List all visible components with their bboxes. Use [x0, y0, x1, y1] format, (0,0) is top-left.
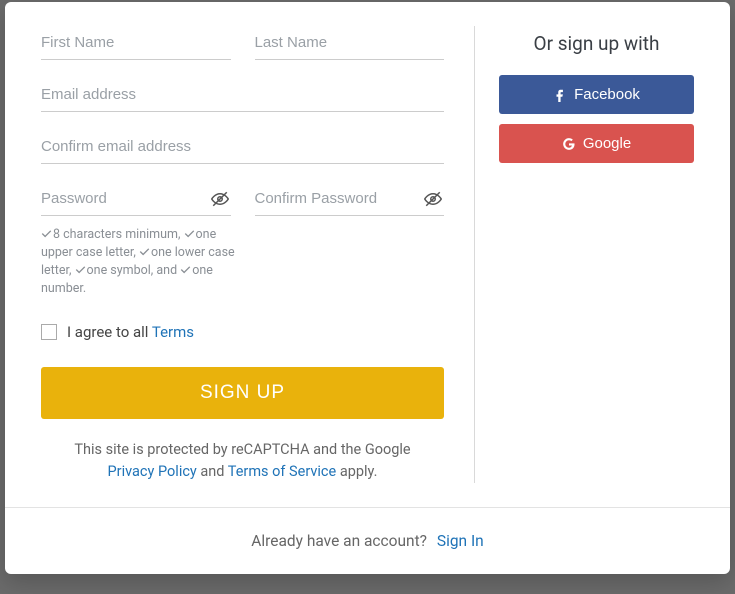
footer-prompt: Already have an account? [251, 532, 427, 550]
social-signup-panel: Or sign up with Facebook Google [474, 26, 694, 483]
email-field-wrap [41, 78, 444, 112]
check-icon [184, 229, 195, 240]
check-icon [41, 229, 52, 240]
confirm-email-field-wrap [41, 130, 444, 164]
agree-terms-label: I agree to all Terms [67, 323, 194, 341]
last-name-input[interactable] [255, 26, 445, 60]
check-icon [180, 265, 191, 276]
toggle-password-visibility-icon[interactable] [211, 190, 229, 208]
facebook-signup-button[interactable]: Facebook [499, 75, 694, 114]
signin-link[interactable]: Sign In [437, 532, 484, 550]
req-text: 8 characters minimum, [53, 227, 180, 242]
confirm-email-input[interactable] [41, 130, 444, 164]
google-signup-button[interactable]: Google [499, 124, 694, 163]
signup-modal: 8 characters minimum, one upper case let… [5, 2, 730, 574]
facebook-label: Facebook [574, 86, 640, 103]
recaptcha-and: and [197, 463, 228, 480]
google-icon [562, 137, 576, 151]
first-name-field-wrap [41, 26, 231, 60]
req-text: one symbol, and [87, 263, 178, 278]
terms-row: I agree to all Terms [41, 323, 444, 341]
facebook-icon [553, 88, 567, 102]
modal-footer: Already have an account? Sign In [5, 507, 730, 574]
signup-form: 8 characters minimum, one upper case let… [41, 26, 474, 483]
recaptcha-line1: This site is protected by reCAPTCHA and … [74, 441, 410, 458]
agree-terms-prefix: I agree to all [67, 323, 152, 341]
password-requirements: 8 characters minimum, one upper case let… [41, 226, 241, 299]
password-input[interactable] [41, 182, 231, 216]
password-field-wrap [41, 182, 231, 216]
google-label: Google [583, 135, 631, 152]
check-icon [139, 247, 150, 258]
toggle-confirm-password-visibility-icon[interactable] [424, 190, 442, 208]
check-icon [75, 265, 86, 276]
privacy-policy-link[interactable]: Privacy Policy [108, 463, 197, 480]
terms-link[interactable]: Terms [152, 323, 194, 341]
agree-terms-checkbox[interactable] [41, 324, 57, 340]
terms-of-service-link[interactable]: Terms of Service [228, 463, 336, 480]
recaptcha-notice: This site is protected by reCAPTCHA and … [41, 439, 444, 484]
email-input[interactable] [41, 78, 444, 112]
recaptcha-apply: apply. [336, 463, 377, 480]
signup-button[interactable]: SIGN UP [41, 367, 444, 419]
confirm-password-field-wrap [255, 182, 445, 216]
confirm-password-input[interactable] [255, 182, 445, 216]
first-name-input[interactable] [41, 26, 231, 60]
modal-body: 8 characters minimum, one upper case let… [5, 2, 730, 507]
last-name-field-wrap [255, 26, 445, 60]
social-heading: Or sign up with [499, 32, 694, 55]
